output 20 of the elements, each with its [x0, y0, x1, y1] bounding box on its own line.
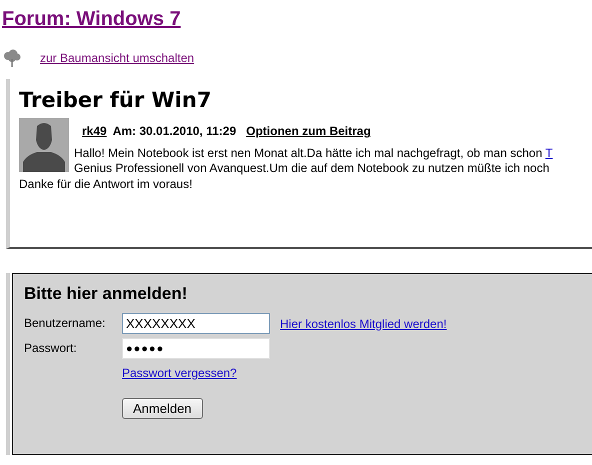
password-field[interactable]: ●●●●●	[122, 338, 270, 359]
post-text: Hallo! Mein Notebook ist erst nen Monat alt.Da hätte ich mal nachgefragt, ob man schon	[74, 146, 544, 160]
login-button[interactable]: Anmelden	[122, 398, 203, 419]
post-text: Danke für die Antwort im voraus!	[19, 177, 194, 192]
forgot-password-link[interactable]: Passwort vergessen?	[122, 366, 280, 380]
tree-icon	[2, 49, 22, 67]
password-label: Passwort:	[24, 340, 78, 355]
post-text: Genius Professionell von Avanquest.Um die auf dem Notebook zu nutzen müßte ich noch	[74, 161, 550, 175]
register-link[interactable]: Hier kostenlos Mitglied werden!	[280, 316, 592, 330]
post-link[interactable]: T	[545, 146, 553, 160]
username-field[interactable]: XXXXXXXX	[122, 313, 270, 334]
author-link[interactable]: rk49	[82, 124, 107, 138]
username-label: Benutzername:	[24, 315, 106, 330]
login-title: Bitte hier anmelden!	[24, 284, 188, 304]
avatar-icon	[19, 118, 69, 172]
post-title: Treiber für Win7	[19, 87, 212, 113]
forum-title-link[interactable]: Forum: Windows 7	[2, 7, 181, 31]
tree-view-link[interactable]: zur Baumansicht umschalten	[40, 51, 194, 65]
post-date: Am: 30.01.2010, 11:29	[112, 124, 236, 138]
post-options-link[interactable]: Optionen zum Beitrag	[246, 124, 371, 138]
